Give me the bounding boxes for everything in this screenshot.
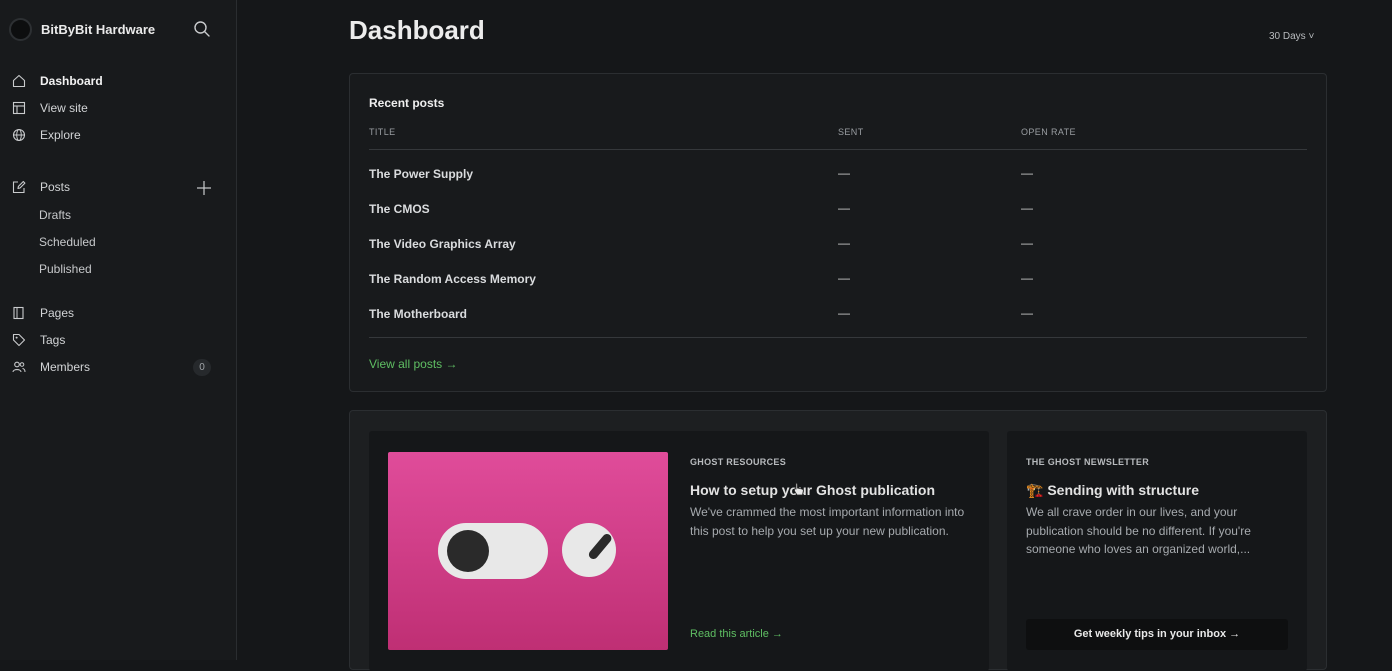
page-title: Dashboard bbox=[349, 15, 485, 45]
resources-kicker: GHOST RESOURCES bbox=[690, 457, 787, 467]
pages-icon bbox=[12, 306, 26, 320]
nav-tags[interactable]: Tags bbox=[12, 330, 217, 350]
add-post-icon[interactable] bbox=[195, 179, 213, 197]
column-header-open-rate: OPEN RATE bbox=[1021, 127, 1076, 137]
post-title: The CMOS bbox=[369, 202, 430, 216]
post-title: The Power Supply bbox=[369, 167, 474, 181]
post-sent: — bbox=[838, 271, 850, 285]
dial-illustration bbox=[562, 523, 616, 577]
view-all-posts-link[interactable]: View all posts → bbox=[369, 357, 457, 371]
post-open-rate: — bbox=[1021, 166, 1033, 180]
tag-icon bbox=[12, 333, 26, 347]
newsletter-title[interactable]: 🏗️ Sending with structure bbox=[1026, 482, 1199, 499]
sidebar: BitByBit Hardware Dashboard View site Ex… bbox=[0, 0, 237, 660]
column-header-title: TITLE bbox=[369, 127, 396, 137]
site-logo bbox=[9, 17, 32, 41]
members-count-badge: 0 bbox=[193, 359, 211, 376]
resource-title[interactable]: How to setup your Ghost publication bbox=[690, 482, 935, 498]
resource-hero-image bbox=[388, 452, 668, 650]
post-title: The Video Graphics Array bbox=[369, 237, 516, 251]
recent-posts-card: Recent posts TITLE SENT OPEN RATE The Po… bbox=[349, 73, 1327, 392]
nav-dashboard-label: Dashboard bbox=[40, 74, 103, 88]
newsletter-description: We all crave order in our lives, and you… bbox=[1026, 505, 1251, 556]
post-sent: — bbox=[838, 166, 850, 180]
mouse-cursor-icon bbox=[793, 482, 805, 496]
subscribe-button[interactable]: Get weekly tips in your inbox → bbox=[1026, 619, 1288, 650]
newsletter-kicker: THE GHOST NEWSLETTER bbox=[1026, 457, 1149, 467]
post-title: The Random Access Memory bbox=[369, 272, 536, 286]
dial-needle-illustration bbox=[587, 532, 614, 561]
post-sent: — bbox=[838, 236, 850, 250]
nav-posts-label: Posts bbox=[40, 180, 71, 194]
nav-members[interactable]: Members bbox=[12, 357, 217, 377]
nav-dashboard[interactable]: Dashboard bbox=[12, 71, 217, 91]
nav-explore[interactable]: Explore bbox=[12, 125, 217, 145]
post-title: The Motherboard bbox=[369, 307, 467, 321]
nav-view-site-label: View site bbox=[40, 101, 88, 115]
table-row[interactable]: The CMOS — — bbox=[369, 201, 1307, 222]
nav-explore-label: Explore bbox=[40, 128, 81, 142]
nav-drafts[interactable]: Drafts bbox=[39, 208, 71, 222]
post-open-rate: — bbox=[1021, 306, 1033, 320]
footer-divider bbox=[369, 337, 1307, 338]
nav-view-site[interactable]: View site bbox=[12, 98, 217, 118]
nav-tags-label: Tags bbox=[40, 333, 66, 347]
resource-description: We've crammed the most important informa… bbox=[690, 505, 965, 538]
edit-icon bbox=[12, 180, 26, 194]
nav-scheduled[interactable]: Scheduled bbox=[39, 235, 96, 249]
post-open-rate: — bbox=[1021, 201, 1033, 215]
table-row[interactable]: The Video Graphics Array — — bbox=[369, 236, 1307, 257]
nav-pages[interactable]: Pages bbox=[12, 303, 217, 323]
table-row[interactable]: The Power Supply — — bbox=[369, 166, 1307, 187]
newsletter-card: THE GHOST NEWSLETTER 🏗️ Sending with str… bbox=[1007, 431, 1307, 671]
header-divider bbox=[369, 149, 1307, 150]
search-icon[interactable] bbox=[193, 20, 211, 38]
layout-icon bbox=[12, 101, 26, 115]
site-brand[interactable]: BitByBit Hardware bbox=[9, 17, 155, 41]
recent-posts-title: Recent posts bbox=[369, 96, 445, 110]
post-sent: — bbox=[838, 201, 850, 215]
table-row[interactable]: The Motherboard — — bbox=[369, 306, 1307, 327]
globe-icon bbox=[12, 128, 26, 142]
table-row[interactable]: The Random Access Memory — — bbox=[369, 271, 1307, 292]
toggle-knob-illustration bbox=[447, 530, 489, 572]
nav-members-label: Members bbox=[40, 360, 91, 374]
home-icon bbox=[12, 74, 26, 88]
members-icon bbox=[12, 360, 26, 374]
resources-section: GHOST RESOURCES How to setup your Ghost … bbox=[349, 410, 1327, 671]
toggle-illustration bbox=[438, 523, 548, 579]
ghost-resources-card[interactable]: GHOST RESOURCES How to setup your Ghost … bbox=[369, 431, 989, 671]
nav-pages-label: Pages bbox=[40, 306, 75, 320]
post-sent: — bbox=[838, 306, 850, 320]
date-range-select[interactable]: 30 Days ˅ bbox=[1269, 31, 1314, 42]
nav-posts[interactable]: Posts bbox=[12, 177, 217, 197]
site-name: BitByBit Hardware bbox=[41, 21, 156, 37]
column-header-sent: SENT bbox=[838, 127, 864, 137]
post-open-rate: — bbox=[1021, 236, 1033, 250]
read-article-link[interactable]: Read this article → bbox=[690, 628, 783, 640]
post-open-rate: — bbox=[1021, 271, 1033, 285]
nav-published[interactable]: Published bbox=[39, 262, 92, 276]
